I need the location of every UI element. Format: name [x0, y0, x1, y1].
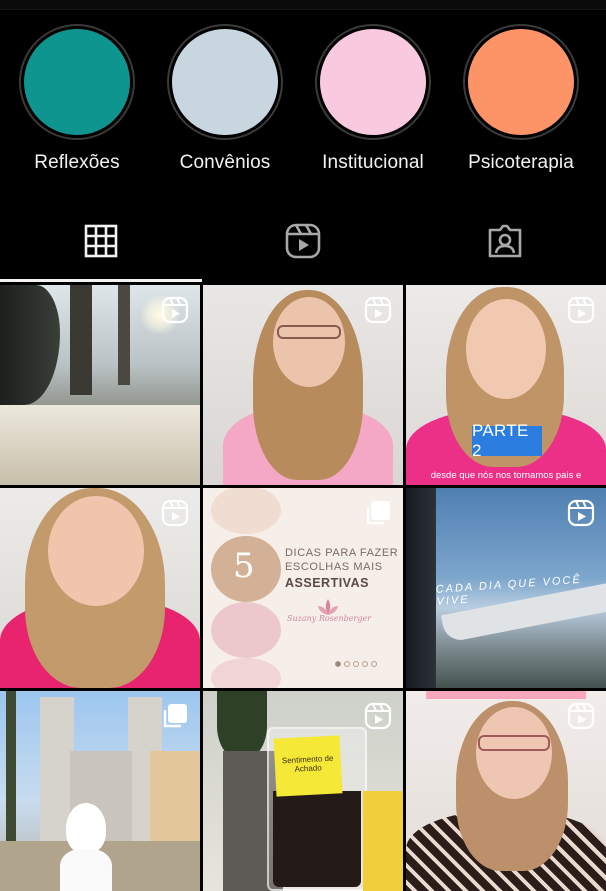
tips-title: DICAS PARA FAZER ESCOLHAS MAIS ASSERTIVA…: [285, 546, 398, 590]
tree-trunk: [70, 285, 92, 395]
post-tile[interactable]: [0, 488, 200, 688]
face: [273, 297, 345, 387]
deco-circle: [211, 488, 281, 534]
mascot-head: [66, 803, 106, 853]
highlight-cover: [24, 29, 130, 135]
post-tile[interactable]: [203, 285, 403, 485]
tips-number: 5: [233, 546, 255, 586]
deco-circle: [211, 602, 281, 658]
mascot-body: [60, 849, 112, 891]
tips-line: DICAS PARA FAZER: [285, 547, 399, 559]
reels-icon: [285, 223, 321, 259]
carousel-badge-icon: [366, 501, 390, 525]
highlight-label: Psicoterapia: [468, 152, 574, 173]
reels-badge-icon: [567, 296, 595, 324]
palm-tree: [6, 691, 16, 851]
profile-tabs: [0, 200, 606, 282]
tagged-person-icon: [488, 224, 522, 258]
carousel-badge-icon: [163, 704, 187, 728]
deco-circle: [211, 658, 281, 688]
carousel-dot: [335, 661, 341, 667]
highlight-psicoterapia[interactable]: Psicoterapia: [456, 24, 586, 174]
story-highlights: Reflexões Convênios Institucional Psicot…: [0, 24, 606, 184]
highlight-ring: [19, 24, 135, 140]
highlight-ring: [167, 24, 283, 140]
post-tile[interactable]: PARTE 2 desde que nós nos tornamos pais …: [406, 285, 606, 485]
reels-badge-icon: [364, 702, 392, 730]
highlight-cover: [468, 29, 574, 135]
post-tile[interactable]: CADA DIA QUE VOCÊ VIVE: [406, 488, 606, 688]
parte-badge: PARTE 2: [472, 421, 542, 460]
carousel-dot: [344, 661, 350, 667]
post-tile[interactable]: 5 DICAS PARA FAZER ESCOLHAS MAIS ASSERTI…: [203, 488, 403, 688]
brand-signature: Suzany Rosenberger: [286, 614, 372, 623]
grid-icon: [84, 224, 118, 258]
sticky-note: Sentimento de Achado: [273, 735, 343, 797]
highlight-label: Institucional: [322, 152, 424, 173]
carousel-dot: [353, 661, 359, 667]
coffee: [273, 791, 361, 887]
reels-badge-icon: [567, 499, 595, 527]
pink-bar: [426, 691, 586, 699]
tab-tagged[interactable]: [404, 200, 606, 282]
face: [466, 299, 546, 399]
highlight-cover: [320, 29, 426, 135]
reels-badge-icon: [364, 296, 392, 324]
tab-posts-grid[interactable]: [0, 200, 202, 282]
posts-grid: PARTE 2 desde que nós nos tornamos pais …: [0, 285, 606, 891]
post-tile[interactable]: [0, 285, 200, 485]
status-bar-strip: [0, 0, 606, 10]
tips-highlight: ASSERTIVAS: [285, 576, 369, 590]
highlight-institucional[interactable]: Institucional: [308, 24, 438, 174]
subtitle-caption: desde que nós nos tornamos pais e: [430, 470, 582, 481]
yellow-flowers: [363, 791, 403, 891]
highlight-label: Convênios: [179, 152, 271, 173]
tips-line: ESCOLHAS MAIS: [285, 561, 383, 573]
window-frame: [406, 488, 436, 688]
highlight-convenios[interactable]: Convênios: [160, 24, 290, 174]
carousel-dots: [335, 661, 377, 667]
tree-trunk: [118, 285, 130, 385]
glasses: [478, 735, 550, 751]
reels-badge-icon: [161, 296, 189, 324]
reels-badge-icon: [567, 702, 595, 730]
face: [476, 707, 552, 799]
snow-ground: [0, 405, 200, 485]
highlight-label: Reflexões: [34, 152, 120, 173]
building-column: [150, 751, 200, 851]
glasses: [277, 325, 341, 339]
carousel-dot: [371, 661, 377, 667]
tree-trunk: [0, 285, 60, 405]
highlight-ring: [315, 24, 431, 140]
post-tile[interactable]: Sentimento de Achado: [203, 691, 403, 891]
highlight-ring: [463, 24, 579, 140]
highlight-cover: [172, 29, 278, 135]
reels-badge-icon: [161, 499, 189, 527]
post-tile[interactable]: [0, 691, 200, 891]
face: [48, 496, 144, 606]
carousel-dot: [362, 661, 368, 667]
tab-reels[interactable]: [202, 200, 404, 282]
highlight-reflexoes[interactable]: Reflexões: [12, 24, 142, 174]
post-tile[interactable]: [406, 691, 606, 891]
